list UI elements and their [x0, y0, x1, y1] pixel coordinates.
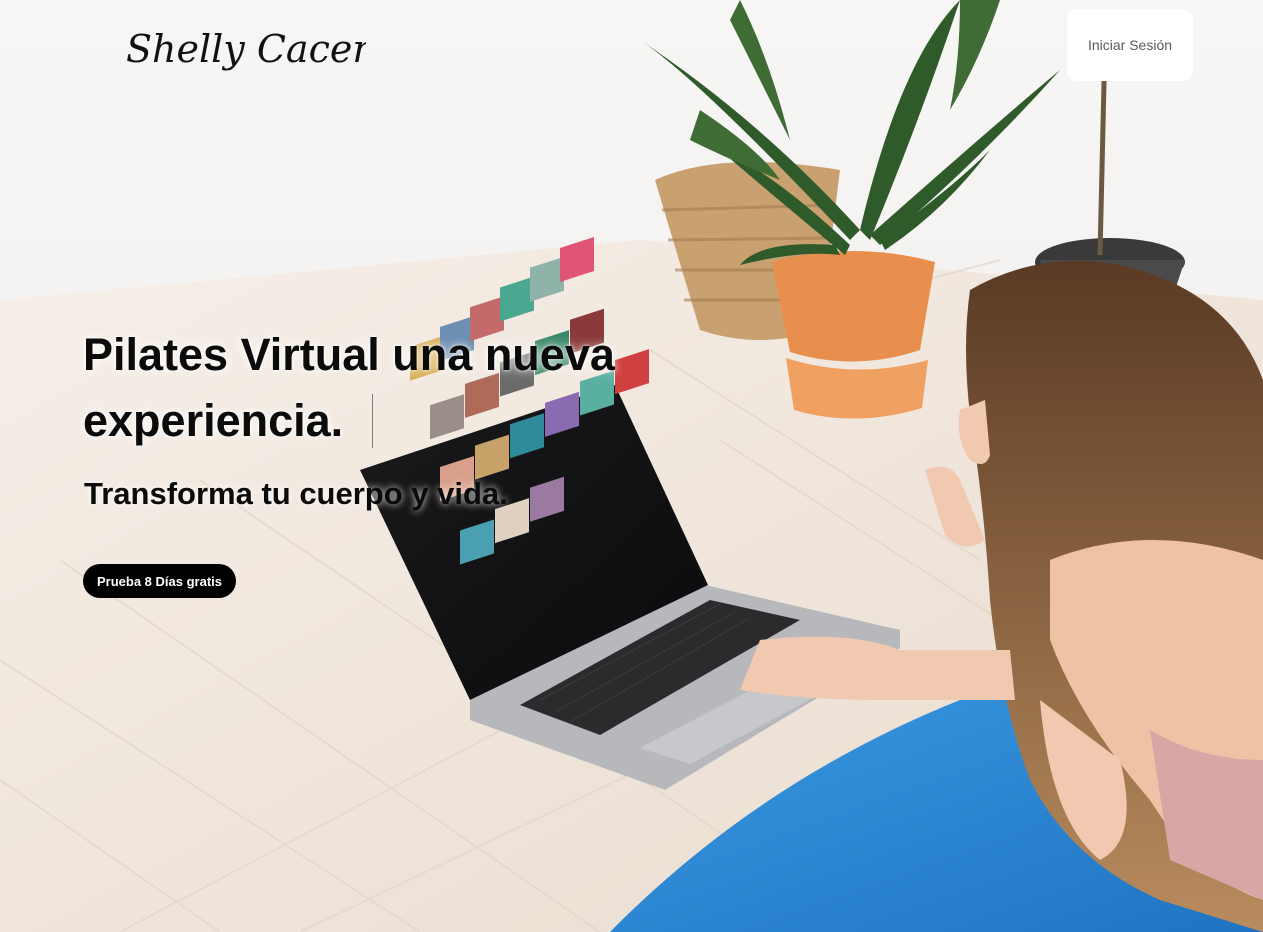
hero-section	[0, 0, 1263, 932]
hero-subheadline: Transforma tu cuerpo y vida.	[84, 476, 508, 511]
hero-background-photo	[0, 0, 1263, 932]
login-button[interactable]: Iniciar Sesión	[1067, 9, 1193, 81]
logo[interactable]: Shelly Caceres	[126, 18, 413, 78]
free-trial-button[interactable]: Prueba 8 Días gratis	[83, 564, 236, 598]
text-caret	[372, 394, 373, 448]
hero-headline: Pilates Virtual una nueva experiencia.	[83, 329, 615, 446]
logo-text: Shelly Caceres	[126, 27, 366, 71]
